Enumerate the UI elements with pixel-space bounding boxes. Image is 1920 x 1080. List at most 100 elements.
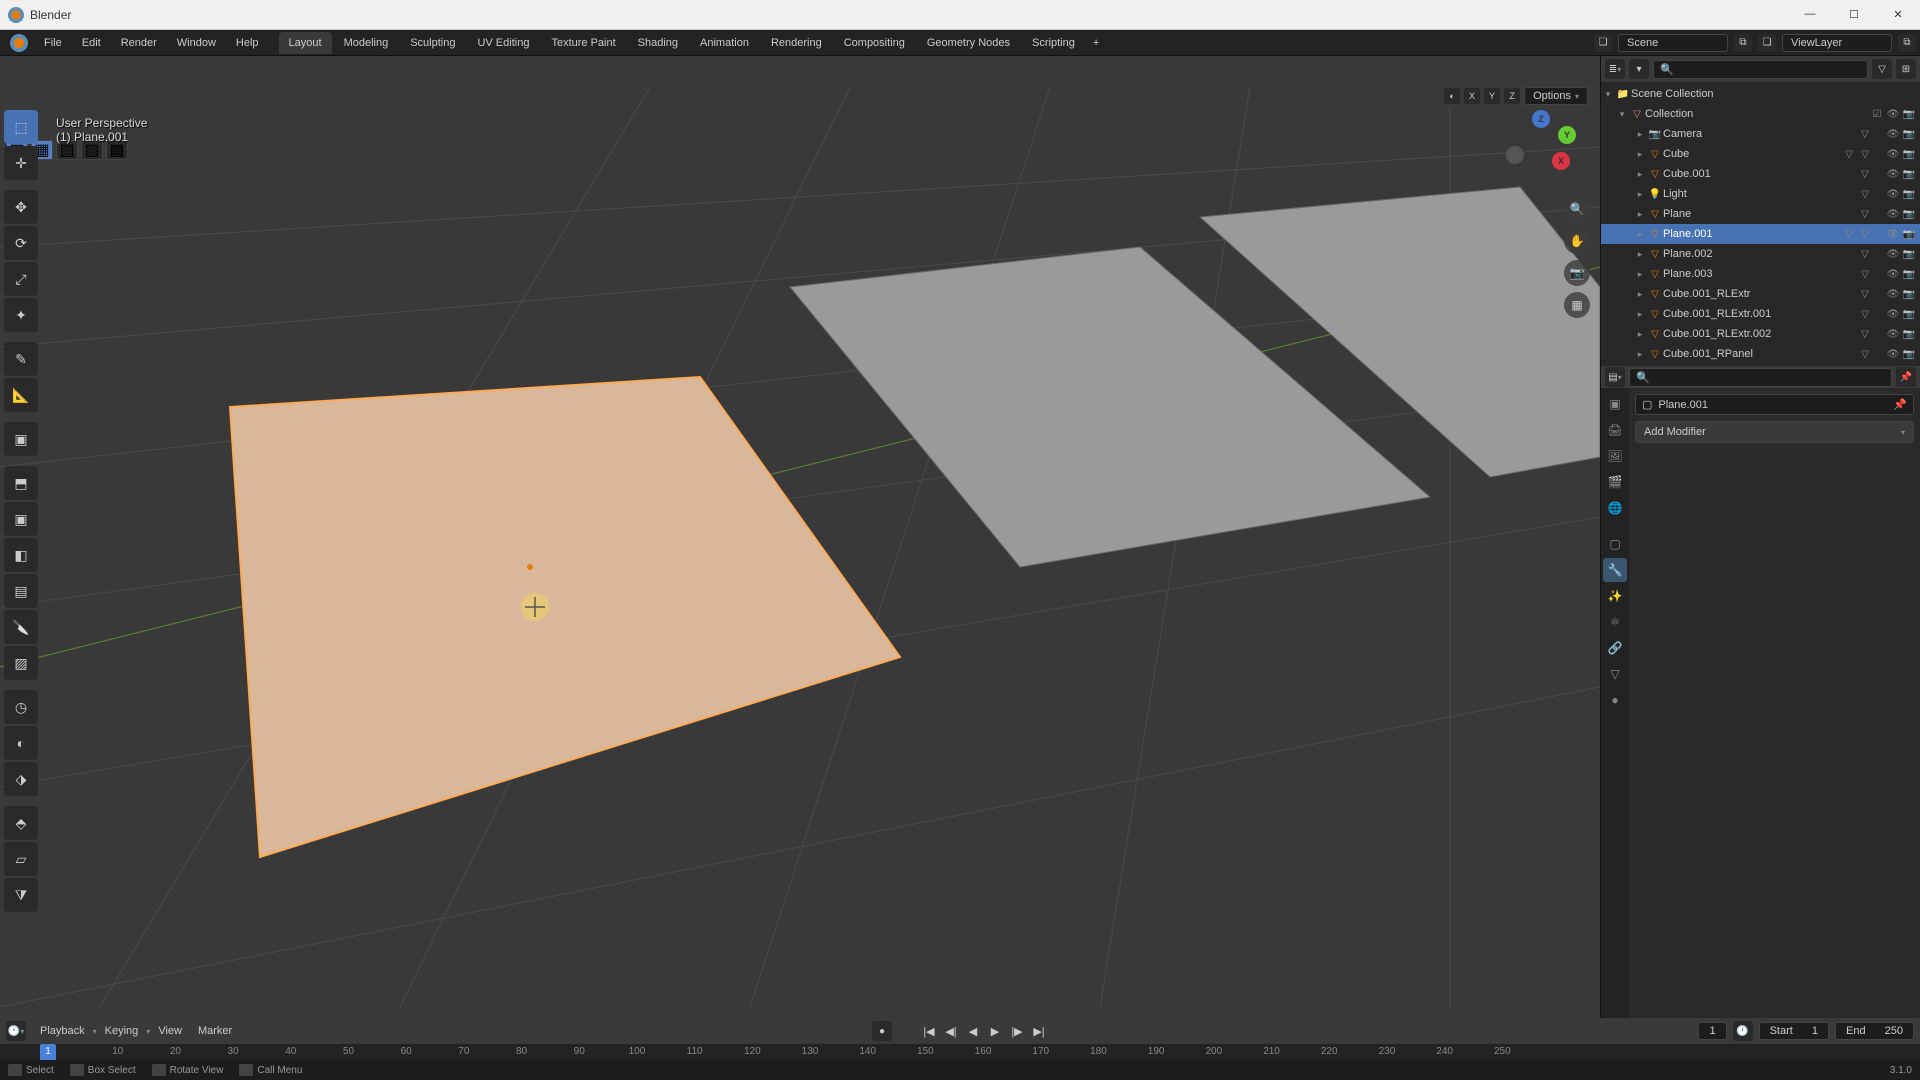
outliner-item-plane-003[interactable]: ▸▽Plane.003▽👁📷 xyxy=(1601,264,1920,284)
navigation-gizmo[interactable]: X Y Z xyxy=(1500,106,1580,186)
tab-animation[interactable]: Animation xyxy=(690,32,759,54)
pan-icon[interactable]: ✋ xyxy=(1564,228,1590,254)
loopcut-tool[interactable]: ▤ xyxy=(4,574,38,608)
outliner-editor-icon[interactable]: ≣▾ xyxy=(1605,59,1625,79)
outliner-item-cube[interactable]: ▸▽Cube▽▽👁📷 xyxy=(1601,144,1920,164)
outliner-item-camera[interactable]: ▸📷Camera▽👁📷 xyxy=(1601,124,1920,144)
tab-layout[interactable]: Layout xyxy=(279,32,332,54)
object-tab-icon[interactable]: ▢ xyxy=(1603,532,1627,556)
tab-scripting[interactable]: Scripting xyxy=(1022,32,1085,54)
viewlayer-tab-icon[interactable]: 🖼 xyxy=(1603,444,1627,468)
menu-edit[interactable]: Edit xyxy=(72,33,111,53)
tl-menu-keying[interactable]: Keying xyxy=(97,1021,147,1041)
transform-tool[interactable]: ✦ xyxy=(4,298,38,332)
spin-tool[interactable]: ◷ xyxy=(4,690,38,724)
outliner-item-plane[interactable]: ▸▽Plane▽👁📷 xyxy=(1601,204,1920,224)
menu-file[interactable]: File xyxy=(34,33,72,53)
props-search-input[interactable]: 🔍 xyxy=(1629,368,1892,387)
viewlayer-browse-icon[interactable]: ❏ xyxy=(1758,34,1776,52)
z-axis-ball[interactable]: Z xyxy=(1532,110,1550,128)
props-editor-icon[interactable]: ▤▾ xyxy=(1605,367,1625,387)
output-tab-icon[interactable]: 🖨 xyxy=(1603,418,1627,442)
tab-rendering[interactable]: Rendering xyxy=(761,32,832,54)
annotate-tool[interactable]: ✎ xyxy=(4,342,38,376)
perspective-toggle-icon[interactable]: ▦ xyxy=(1564,292,1590,318)
viewlayer-new-icon[interactable]: ⧉ xyxy=(1898,34,1916,52)
move-tool[interactable]: ✥ xyxy=(4,190,38,224)
scene-field[interactable]: Scene xyxy=(1618,34,1728,52)
outliner-item-collection[interactable]: ▾▽Collection☑👁📷 xyxy=(1601,104,1920,124)
menu-help[interactable]: Help xyxy=(226,33,269,53)
outliner-item-cube-001[interactable]: ▸▽Cube.001▽👁📷 xyxy=(1601,164,1920,184)
pin-icon[interactable]: 📌 xyxy=(1893,398,1907,411)
inset-tool[interactable]: ▣ xyxy=(4,502,38,536)
tl-menu-view[interactable]: View xyxy=(150,1021,190,1041)
shear-tool[interactable]: ▱ xyxy=(4,842,38,876)
outliner-item-scene-collection[interactable]: ▾📁Scene Collection xyxy=(1601,84,1920,104)
world-tab-icon[interactable]: 🌐 xyxy=(1603,496,1627,520)
keyframe-next-icon[interactable]: |▶ xyxy=(1008,1023,1026,1039)
selected-plane[interactable] xyxy=(230,377,900,857)
outliner-display-icon[interactable]: ▾ xyxy=(1629,59,1649,79)
add-cube-tool[interactable]: ▣ xyxy=(4,422,38,456)
menu-window[interactable]: Window xyxy=(167,33,226,53)
tab-sculpting[interactable]: Sculpting xyxy=(400,32,465,54)
mirror-y-button[interactable]: Y xyxy=(1484,88,1500,104)
extrude-tool[interactable]: ⬒ xyxy=(4,466,38,500)
outliner-item-cube-001_rlextr-001[interactable]: ▸▽Cube.001_RLExtr.001▽👁📷 xyxy=(1601,304,1920,324)
current-frame-field[interactable]: 1 xyxy=(1698,1022,1726,1040)
x-axis-ball[interactable]: X xyxy=(1552,152,1570,170)
props-breadcrumb[interactable]: ▢ Plane.001 📌 xyxy=(1635,394,1914,415)
modifier-tab-icon[interactable]: 🔧 xyxy=(1603,558,1627,582)
tab-texture-paint[interactable]: Texture Paint xyxy=(541,32,625,54)
outliner-item-cube-001_rlextr-002[interactable]: ▸▽Cube.001_RLExtr.002▽👁📷 xyxy=(1601,324,1920,344)
tab-shading[interactable]: Shading xyxy=(628,32,688,54)
outliner-item-cube-001_rpanel[interactable]: ▸▽Cube.001_RPanel▽👁📷 xyxy=(1601,344,1920,364)
blender-menu-icon[interactable] xyxy=(10,34,28,52)
scale-tool[interactable]: ⤢ xyxy=(4,262,38,296)
select-tool[interactable]: ⬚ xyxy=(4,110,38,144)
polybuild-tool[interactable]: ▨ xyxy=(4,646,38,680)
mirror-x-button[interactable]: X xyxy=(1464,88,1480,104)
cursor-tool[interactable]: ✛ xyxy=(4,146,38,180)
bevel-tool[interactable]: ◧ xyxy=(4,538,38,572)
timeline-editor-icon[interactable]: 🕐▾ xyxy=(6,1021,26,1041)
tab-modeling[interactable]: Modeling xyxy=(334,32,399,54)
jump-end-icon[interactable]: ▶| xyxy=(1030,1023,1048,1039)
measure-tool[interactable]: 📐 xyxy=(4,378,38,412)
add-modifier-button[interactable]: Add Modifier ▾ xyxy=(1635,421,1914,443)
slide-tool[interactable]: ⬗ xyxy=(4,762,38,796)
mesh-tab-icon[interactable]: ▽ xyxy=(1603,662,1627,686)
3d-viewport[interactable]: ▦ ▦ ▧ ▨ ▩ xyxy=(0,56,1600,1038)
mirror-z-button[interactable]: Z xyxy=(1504,88,1520,104)
rotate-tool[interactable]: ⟳ xyxy=(4,226,38,260)
autokey-icon[interactable]: ● xyxy=(872,1021,892,1041)
options-dropdown[interactable]: Options▾ xyxy=(1524,87,1588,105)
outliner-filter-icon[interactable]: ▽ xyxy=(1872,59,1892,79)
constraint-tab-icon[interactable]: 🔗 xyxy=(1603,636,1627,660)
outliner-item-plane-002[interactable]: ▸▽Plane.002▽👁📷 xyxy=(1601,244,1920,264)
start-frame-field[interactable]: Start 1 xyxy=(1759,1022,1829,1040)
new-collection-icon[interactable]: ⊞ xyxy=(1896,59,1916,79)
play-reverse-icon[interactable]: ◀ xyxy=(964,1023,982,1039)
scene-new-icon[interactable]: ⧉ xyxy=(1734,34,1752,52)
end-frame-field[interactable]: End 250 xyxy=(1835,1022,1914,1040)
render-tab-icon[interactable]: ▣ xyxy=(1603,392,1627,416)
menu-render[interactable]: Render xyxy=(111,33,167,53)
neg-axis-ball[interactable] xyxy=(1506,146,1524,164)
tab-geometry-nodes[interactable]: Geometry Nodes xyxy=(917,32,1020,54)
mirror-toggle-icon[interactable]: ◐ xyxy=(1444,88,1460,104)
smooth-tool[interactable]: ◐ xyxy=(4,726,38,760)
outliner-search-input[interactable]: 🔍 xyxy=(1653,60,1868,79)
scene-browse-icon[interactable]: ❏ xyxy=(1594,34,1612,52)
tl-menu-playback[interactable]: Playback xyxy=(32,1021,93,1041)
y-axis-ball[interactable]: Y xyxy=(1558,126,1576,144)
tl-menu-marker[interactable]: Marker xyxy=(190,1021,240,1041)
shrink-tool[interactable]: ⬘ xyxy=(4,806,38,840)
close-button[interactable]: ✕ xyxy=(1884,8,1912,21)
physics-tab-icon[interactable]: ⚛ xyxy=(1603,610,1627,634)
minimize-button[interactable]: — xyxy=(1796,8,1824,21)
material-tab-icon[interactable]: ● xyxy=(1603,688,1627,712)
tab-uv-editing[interactable]: UV Editing xyxy=(467,32,539,54)
jump-start-icon[interactable]: |◀ xyxy=(920,1023,938,1039)
